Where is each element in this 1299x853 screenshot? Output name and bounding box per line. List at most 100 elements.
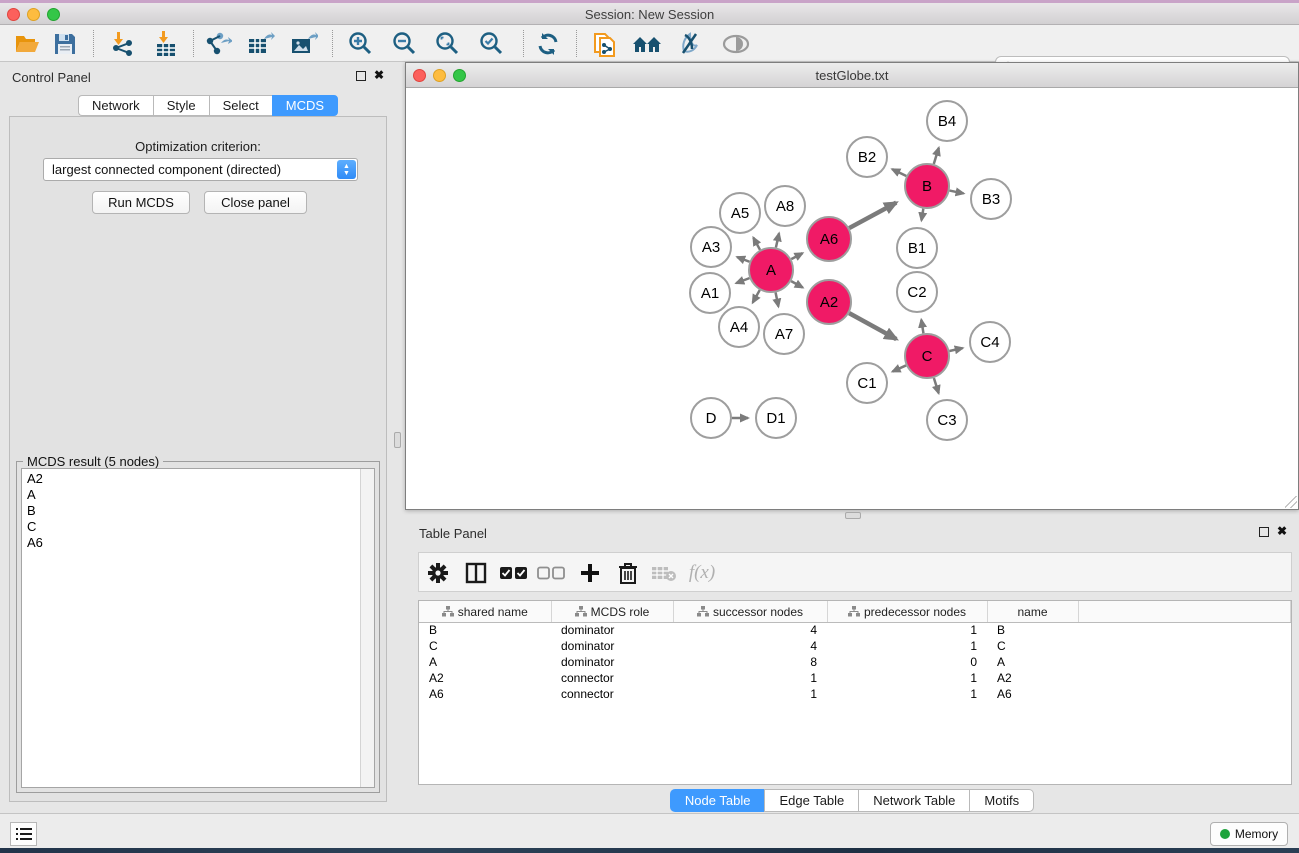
node-label-B: B [922,178,932,195]
table-panel-title: Table Panel [419,526,487,541]
result-scrollbar[interactable] [360,469,374,787]
cell: 1 [827,686,987,702]
tab-style[interactable]: Style [153,95,209,116]
open-session-button[interactable] [12,29,42,58]
result-item[interactable]: B [27,503,374,519]
control-panel-title: Control Panel [12,70,91,85]
node-label-B2: B2 [858,149,876,166]
column-header-name[interactable]: name [987,601,1078,622]
column-header-successor-nodes[interactable]: successor nodes [673,601,827,622]
desktop-strip-bottom [0,848,1299,853]
import-table-button[interactable] [151,29,181,58]
export-network-button[interactable] [203,29,233,58]
edge-C-C2[interactable] [921,320,923,334]
zoom-fit-button[interactable] [433,29,463,58]
table-settings-button[interactable] [423,559,453,587]
run-mcds-button[interactable]: Run MCDS [92,191,190,214]
edge-A-A2[interactable] [791,281,803,287]
zoom-in-button[interactable] [346,29,376,58]
table-row[interactable]: Bdominator41B [419,622,1291,638]
table-row[interactable]: A2connector11A2 [419,670,1291,686]
eye-icon [722,33,750,55]
edge-A6-B[interactable] [849,203,896,228]
column-header-predecessor-nodes[interactable]: predecessor nodes [827,601,987,622]
show-all-button[interactable] [721,29,751,58]
cell: 4 [673,622,827,638]
tab-select[interactable]: Select [209,95,272,116]
edge-C-C1[interactable] [893,365,906,371]
result-item[interactable]: A2 [27,471,374,487]
close-panel-button[interactable]: Close panel [204,191,307,214]
table-row[interactable]: Cdominator41C [419,638,1291,654]
tab-edge-table[interactable]: Edge Table [764,789,858,812]
import-network-button[interactable] [107,29,137,58]
tab-mcds[interactable]: MCDS [272,95,338,116]
horizontal-split-divider[interactable] [405,510,1299,520]
edge-A-A3[interactable] [737,257,749,262]
network-view-window: testGlobe.txt B4B2BB3A8A5A6A3B1AA1C2A2A4… [405,62,1299,510]
edge-B-B1[interactable] [921,209,923,221]
zoom-selected-button[interactable] [477,29,507,58]
mcds-result-list-container: A2ABCA6 [21,468,375,788]
cell: 1 [827,638,987,654]
table-row[interactable]: Adominator80A [419,654,1291,670]
float-panel-icon[interactable] [356,71,366,81]
edge-C-C3[interactable] [934,378,939,393]
vertical-split-divider[interactable] [392,62,405,813]
edge-C-C4[interactable] [949,348,962,351]
import-network-icon [109,31,135,57]
new-network-from-selection-button[interactable] [590,29,620,58]
close-panel-icon[interactable]: ✖ [374,68,384,82]
edge-B-B2[interactable] [892,169,906,176]
toolbar-separator [576,30,577,57]
save-session-button[interactable] [50,29,80,58]
node-label-A2: A2 [820,294,838,311]
divider-handle[interactable] [845,512,861,519]
tab-network[interactable]: Network [78,95,153,116]
select-all-button[interactable] [499,559,529,587]
tab-motifs[interactable]: Motifs [969,789,1034,812]
delete-columns-button[interactable] [613,559,643,587]
result-item[interactable]: A6 [27,535,374,551]
float-panel-icon[interactable] [1259,527,1269,537]
edge-A-A6[interactable] [791,253,802,259]
zoom-out-button[interactable] [390,29,420,58]
cell: connector [551,686,673,702]
result-item[interactable]: C [27,519,374,535]
export-table-button[interactable] [246,29,276,58]
cell: 1 [827,622,987,638]
network-canvas[interactable]: B4B2BB3A8A5A6A3B1AA1C2A2A4A7C4CC1DD1C3 [406,89,1298,509]
divider-handle[interactable] [394,432,401,448]
export-image-button[interactable] [289,29,319,58]
create-column-button[interactable] [575,559,605,587]
optimization-dropdown[interactable]: largest connected component (directed) ▲… [43,158,358,181]
function-builder-button[interactable]: f(x) [687,559,717,587]
table-row[interactable]: A6connector11A6 [419,686,1291,702]
edge-B-B3[interactable] [950,191,964,194]
edge-A2-C[interactable] [849,313,896,339]
deselect-all-button[interactable] [536,559,566,587]
edge-A-A7[interactable] [776,293,779,307]
memory-button[interactable]: Memory [1210,822,1288,846]
resize-grip[interactable] [1285,496,1297,508]
edge-A-A8[interactable] [776,233,779,247]
delete-table-button[interactable] [649,559,679,587]
close-panel-icon[interactable]: ✖ [1277,524,1287,538]
show-column-button[interactable] [461,559,491,587]
hide-selected-button[interactable] [675,29,705,58]
column-header-MCDS-role[interactable]: MCDS role [551,601,673,622]
edge-A-A1[interactable] [736,278,749,283]
zoom-out-icon [392,31,418,57]
task-history-button[interactable] [10,822,37,846]
tab-node-table[interactable]: Node Table [670,789,765,812]
first-neighbors-button[interactable] [632,29,662,58]
edge-A-A5[interactable] [753,238,760,250]
result-item[interactable]: A [27,487,374,503]
edge-A-A4[interactable] [753,290,760,303]
edge-B-B4[interactable] [934,148,939,164]
tab-network-table[interactable]: Network Table [858,789,969,812]
optimization-label: Optimization criterion: [10,139,386,154]
column-header-shared-name[interactable]: shared name [419,601,551,622]
content-area: Control Panel ✖ NetworkStyleSelectMCDS O… [0,62,1299,813]
apply-layout-button[interactable] [533,29,563,58]
